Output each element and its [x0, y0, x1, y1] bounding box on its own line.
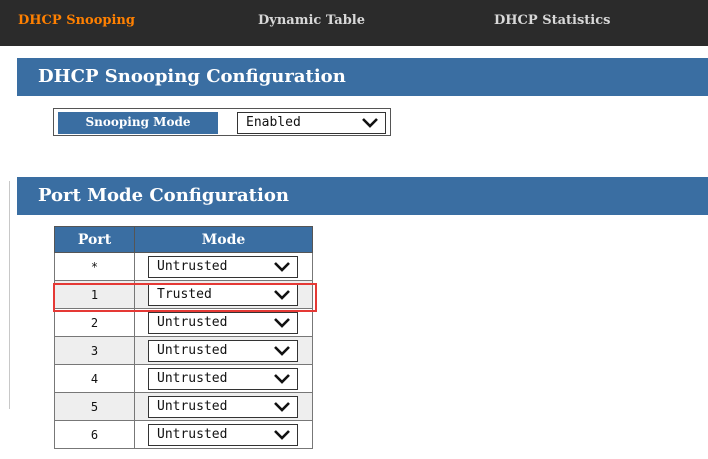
tab-dhcp-snooping[interactable]: DHCP Snooping: [18, 13, 135, 28]
mode-cell: Trusted: [134, 280, 313, 309]
port-mode-value: Trusted: [157, 287, 212, 302]
table-header-row: Port Mode: [54, 226, 313, 253]
tab-dynamic-table[interactable]: Dynamic Table: [258, 13, 365, 28]
port-mode-select[interactable]: Untrusted: [148, 396, 298, 418]
mode-column-header: Mode: [134, 226, 313, 253]
chevron-down-icon: [274, 430, 290, 440]
chevron-down-icon: [274, 346, 290, 356]
mode-cell: Untrusted: [134, 308, 313, 337]
port-mode-value: Untrusted: [157, 315, 228, 330]
mode-cell: Untrusted: [134, 420, 313, 449]
table-row: 1 Trusted: [54, 280, 313, 309]
port-number: 2: [54, 308, 135, 337]
mode-cell: Untrusted: [134, 392, 313, 421]
port-mode-select[interactable]: Untrusted: [148, 256, 298, 278]
tab-dhcp-statistics[interactable]: DHCP Statistics: [494, 13, 610, 28]
mode-cell: Untrusted: [134, 364, 313, 393]
top-navigation: DHCP Snooping Dynamic Table DHCP Statist…: [0, 0, 708, 46]
left-border-line: [9, 181, 10, 409]
port-mode-value: Untrusted: [157, 427, 228, 442]
snooping-mode-value: Enabled: [246, 115, 301, 130]
table-row: 6 Untrusted: [54, 420, 313, 449]
port-mode-select[interactable]: Untrusted: [148, 368, 298, 390]
port-number: 4: [54, 364, 135, 393]
table-row: 5 Untrusted: [54, 392, 313, 421]
snooping-mode-group: Snooping Mode Enabled: [53, 108, 391, 136]
chevron-down-icon: [274, 374, 290, 384]
port-mode-config-header: Port Mode Configuration: [17, 177, 708, 215]
port-mode-select[interactable]: Untrusted: [148, 424, 298, 446]
port-mode-value: Untrusted: [157, 399, 228, 414]
snooping-config-header: DHCP Snooping Configuration: [17, 58, 708, 96]
port-number: 6: [54, 420, 135, 449]
chevron-down-icon: [274, 262, 290, 272]
mode-cell: Untrusted: [134, 252, 313, 281]
snooping-mode-select[interactable]: Enabled: [237, 112, 386, 134]
chevron-down-icon: [362, 118, 378, 128]
port-mode-value: Untrusted: [157, 343, 228, 358]
port-mode-select[interactable]: Untrusted: [148, 340, 298, 362]
port-mode-select[interactable]: Trusted: [148, 284, 298, 306]
table-row: 3 Untrusted: [54, 336, 313, 365]
port-mode-table: Port Mode * Untrusted 1 Trusted 2 Untrus…: [54, 226, 313, 449]
port-mode-value: Untrusted: [157, 259, 228, 274]
port-number: 3: [54, 336, 135, 365]
chevron-down-icon: [274, 402, 290, 412]
table-row: 4 Untrusted: [54, 364, 313, 393]
chevron-down-icon: [274, 318, 290, 328]
chevron-down-icon: [274, 290, 290, 300]
port-number: 1: [54, 280, 135, 309]
snooping-mode-label: Snooping Mode: [58, 112, 218, 134]
port-mode-value: Untrusted: [157, 371, 228, 386]
port-column-header: Port: [54, 226, 135, 253]
port-number: *: [54, 252, 135, 281]
port-number: 5: [54, 392, 135, 421]
port-mode-select[interactable]: Untrusted: [148, 312, 298, 334]
mode-cell: Untrusted: [134, 336, 313, 365]
table-row: * Untrusted: [54, 252, 313, 281]
table-row: 2 Untrusted: [54, 308, 313, 337]
